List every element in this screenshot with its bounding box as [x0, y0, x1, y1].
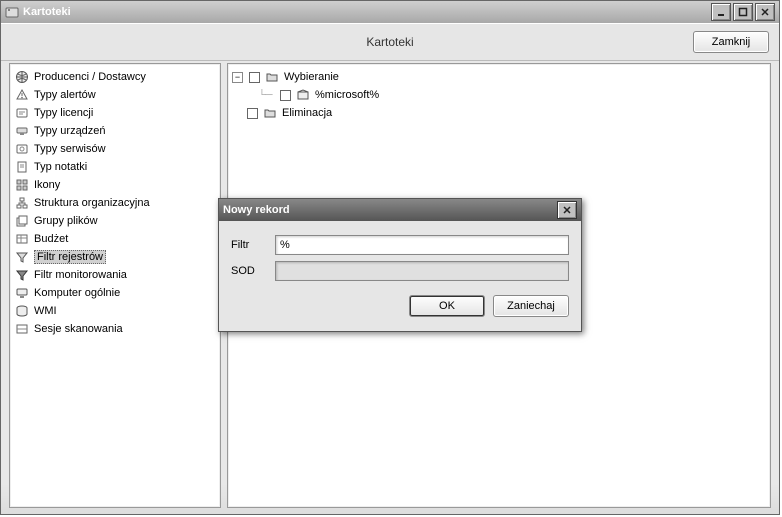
sidebar-item-label: Typ notatki [34, 161, 87, 173]
sidebar-item-filtr-rejestrow[interactable]: Filtr rejestrów [12, 248, 218, 266]
node-label: %microsoft% [315, 89, 379, 101]
node-label: Wybieranie [284, 71, 339, 83]
sidebar-item-label: Komputer ogólnie [34, 287, 120, 299]
sidebar-item-label: Typy urządzeń [34, 125, 106, 137]
license-icon [14, 105, 30, 121]
sidebar-item-typy-urzadzen[interactable]: Typy urządzeń [12, 122, 218, 140]
field-label-filtr: Filtr [231, 239, 265, 251]
sod-input[interactable] [275, 261, 569, 281]
folder-icon [264, 69, 280, 85]
sidebar-item-label: Sesje skanowania [34, 323, 123, 335]
checkbox[interactable] [249, 72, 260, 83]
dialog-close-button[interactable] [557, 201, 577, 219]
dialog-nowy-rekord: Nowy rekord Filtr SOD OK Zaniechaj [218, 198, 582, 332]
note-icon [14, 159, 30, 175]
sidebar-item-typy-licencji[interactable]: Typy licencji [12, 104, 218, 122]
sidebar-item-label: Producenci / Dostawcy [34, 71, 146, 83]
device-icon [14, 123, 30, 139]
node-label: Eliminacja [282, 107, 332, 119]
field-row-filtr: Filtr [231, 235, 569, 255]
sidebar-item-label: Filtr rejestrów [34, 250, 106, 264]
checkbox[interactable] [247, 108, 258, 119]
collapse-icon[interactable]: − [232, 72, 243, 83]
sidebar-item-budzet[interactable]: Budżet [12, 230, 218, 248]
sidebar-item-label: Typy licencji [34, 107, 93, 119]
close-button[interactable] [755, 3, 775, 21]
filter-icon [14, 267, 30, 283]
service-icon [14, 141, 30, 157]
sidebar-item-label: Ikony [34, 179, 60, 191]
sidebar-item-label: Typy serwisów [34, 143, 106, 155]
orgchart-icon [14, 195, 30, 211]
dialog-body: Filtr SOD OK Zaniechaj [219, 221, 581, 331]
tree-node-wybieranie[interactable]: − Wybieranie [230, 68, 768, 86]
ok-button[interactable]: OK [409, 295, 485, 317]
filter-icon [14, 249, 30, 265]
dialog-titlebar: Nowy rekord [219, 199, 581, 221]
alert-icon [14, 87, 30, 103]
sidebar-item-struktura-organizacyjna[interactable]: Struktura organizacyjna [12, 194, 218, 212]
grid-icon [14, 177, 30, 193]
sidebar-item-typy-alertow[interactable]: Typy alertów [12, 86, 218, 104]
tree-node-microsoft[interactable]: └─ %microsoft% [256, 86, 768, 104]
maximize-button[interactable] [733, 3, 753, 21]
minimize-button[interactable] [711, 3, 731, 21]
field-label-sod: SOD [231, 265, 265, 277]
sidebar-item-producenci[interactable]: Producenci / Dostawcy [12, 68, 218, 86]
folder-icon [262, 105, 278, 121]
dialog-title: Nowy rekord [223, 204, 290, 216]
sidebar-item-sesje-skanowania[interactable]: Sesje skanowania [12, 320, 218, 338]
sidebar-item-label: WMI [34, 305, 57, 317]
sidebar-item-grupy-plikow[interactable]: Grupy plików [12, 212, 218, 230]
filter-input[interactable] [275, 235, 569, 255]
sidebar-item-ikony[interactable]: Ikony [12, 176, 218, 194]
package-icon [295, 87, 311, 103]
scan-icon [14, 321, 30, 337]
globe-icon [14, 69, 30, 85]
app-icon [5, 5, 19, 19]
sidebar-tree[interactable]: Producenci / Dostawcy Typy alertów Typy … [9, 63, 221, 508]
tree-node-eliminacja[interactable]: Eliminacja [230, 104, 768, 122]
sidebar-item-label: Filtr monitorowania [34, 269, 127, 281]
sidebar-item-typy-serwisow[interactable]: Typy serwisów [12, 140, 218, 158]
sidebar-item-filtr-monitorowania[interactable]: Filtr monitorowania [12, 266, 218, 284]
sidebar-item-label: Typy alertów [34, 89, 96, 101]
checkbox[interactable] [280, 90, 291, 101]
titlebar: Kartoteki [1, 1, 779, 23]
tree-branch-icon: └─ [258, 89, 276, 101]
sidebar-item-wmi[interactable]: WMI [12, 302, 218, 320]
toolbar: Kartoteki Zamknij [1, 23, 779, 61]
window-title: Kartoteki [23, 6, 71, 18]
computer-icon [14, 285, 30, 301]
table-icon [14, 231, 30, 247]
dialog-buttons: OK Zaniechaj [231, 295, 569, 317]
sidebar-item-komputer-ogolnie[interactable]: Komputer ogólnie [12, 284, 218, 302]
field-row-sod: SOD [231, 261, 569, 281]
toolbar-title: Kartoteki [1, 35, 779, 49]
files-icon [14, 213, 30, 229]
sidebar-item-label: Grupy plików [34, 215, 98, 227]
sidebar-item-label: Struktura organizacyjna [34, 197, 150, 209]
sidebar-item-typ-notatki[interactable]: Typ notatki [12, 158, 218, 176]
window-controls [711, 3, 775, 21]
cancel-button[interactable]: Zaniechaj [493, 295, 569, 317]
sidebar-item-label: Budżet [34, 233, 68, 245]
database-icon [14, 303, 30, 319]
toolbar-close-button[interactable]: Zamknij [693, 31, 769, 53]
